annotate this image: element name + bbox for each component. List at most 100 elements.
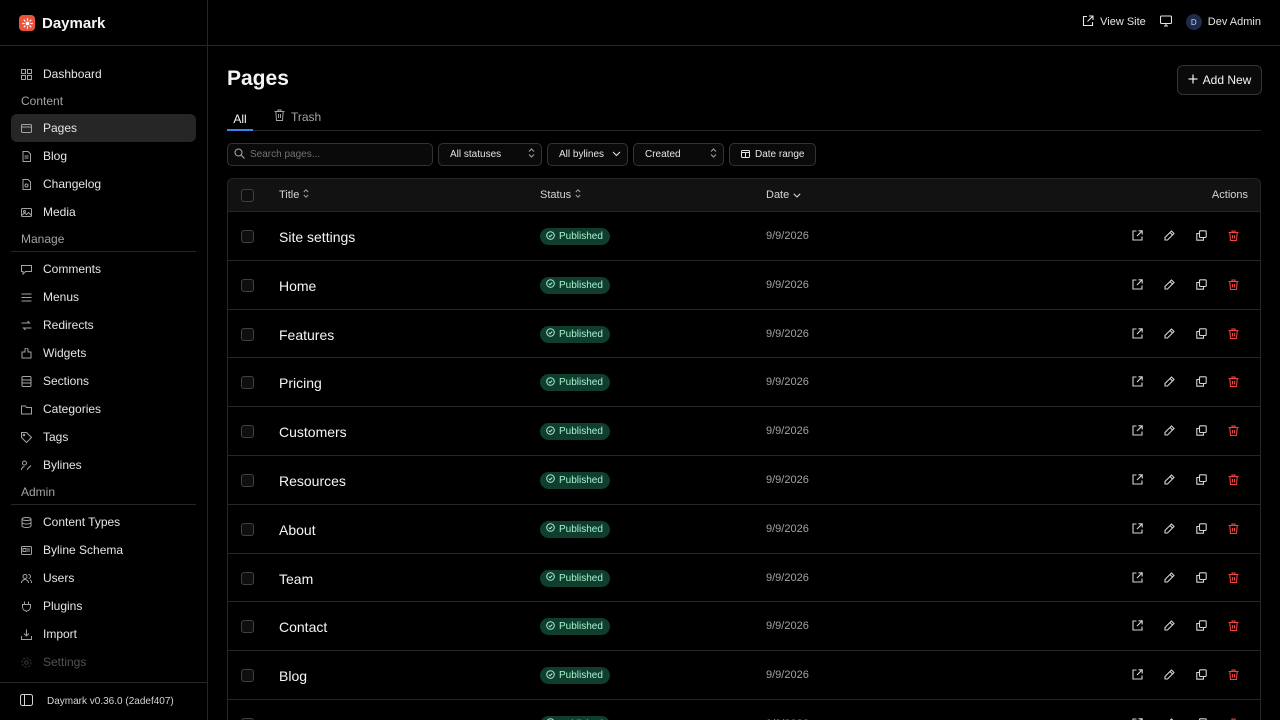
table-row[interactable]: Resources Published 9/9/2026 [228, 456, 1260, 505]
sidebar-item-users[interactable]: Users [11, 564, 196, 592]
tab-trash[interactable]: Trash [274, 109, 321, 124]
delete-trash-icon[interactable] [1227, 522, 1240, 535]
add-new-button[interactable]: Add New [1177, 65, 1262, 95]
sidebar-item-byline-schema[interactable]: Byline Schema [11, 536, 196, 564]
table-row[interactable]: Home Published 9/9/2026 [228, 261, 1260, 310]
duplicate-icon[interactable] [1195, 668, 1208, 681]
sidebar-item-menus[interactable]: Menus [11, 283, 196, 311]
sidebar-item-blog[interactable]: Blog [11, 142, 196, 170]
row-title[interactable]: About [279, 522, 316, 538]
row-checkbox[interactable] [241, 620, 254, 634]
sidebar-item-plugins[interactable]: Plugins [11, 592, 196, 620]
table-row[interactable]: Site settings Published 9/9/2026 [228, 212, 1260, 261]
preview-button[interactable] [1159, 14, 1172, 30]
duplicate-icon[interactable] [1195, 375, 1208, 388]
open-external-icon[interactable] [1131, 278, 1144, 291]
delete-trash-icon[interactable] [1227, 668, 1240, 681]
row-checkbox[interactable] [241, 230, 254, 243]
row-title[interactable]: Home [279, 278, 316, 294]
user-menu[interactable]: D Dev Admin [1185, 14, 1261, 30]
duplicate-icon[interactable] [1195, 424, 1208, 437]
duplicate-icon[interactable] [1195, 327, 1208, 340]
open-external-icon[interactable] [1131, 619, 1144, 632]
table-row[interactable]: ChangelogPublished9/9/2026 [228, 700, 1260, 720]
row-checkbox[interactable] [241, 522, 254, 536]
row-checkbox[interactable] [241, 425, 254, 439]
open-external-icon[interactable] [1131, 327, 1144, 340]
table-row[interactable]: About Published 9/9/2026 [228, 505, 1260, 554]
sidebar-item-sections[interactable]: Sections [11, 367, 196, 395]
table-row[interactable]: Blog Published 9/9/2026 [228, 651, 1260, 700]
view-site-link[interactable]: View Site [1082, 14, 1146, 30]
date-range-button[interactable]: Date range [729, 143, 816, 166]
sidebar-item-redirects[interactable]: Redirects [11, 311, 196, 339]
duplicate-icon[interactable] [1195, 473, 1208, 486]
table-row[interactable]: Features Published 9/9/2026 [228, 310, 1260, 359]
duplicate-icon[interactable] [1195, 619, 1208, 632]
edit-pencil-icon[interactable] [1163, 522, 1176, 535]
row-title[interactable]: Customers [279, 424, 347, 440]
sidebar-item-comments[interactable]: Comments [11, 255, 196, 283]
duplicate-icon[interactable] [1195, 278, 1208, 291]
sidebar-item-bylines[interactable]: Bylines [11, 451, 196, 479]
status-filter-select[interactable]: All statuses [438, 143, 542, 166]
table-row[interactable]: Pricing Published 9/9/2026 [228, 358, 1260, 408]
delete-trash-icon[interactable] [1227, 278, 1240, 291]
delete-trash-icon[interactable] [1227, 375, 1240, 388]
bylines-filter-select[interactable]: All bylines [547, 143, 628, 166]
row-title[interactable]: Team [279, 571, 313, 587]
edit-pencil-icon[interactable] [1163, 375, 1176, 388]
edit-pencil-icon[interactable] [1163, 473, 1176, 486]
column-date[interactable]: Date [766, 189, 801, 201]
edit-pencil-icon[interactable] [1163, 571, 1176, 584]
open-external-icon[interactable] [1131, 424, 1144, 437]
row-checkbox[interactable] [241, 278, 254, 292]
sidebar-item-content-types[interactable]: Content Types [11, 508, 196, 536]
row-title[interactable]: Pricing [279, 375, 322, 391]
sidebar-item-widgets[interactable]: Widgets [11, 339, 196, 367]
open-external-icon[interactable] [1131, 473, 1144, 486]
delete-trash-icon[interactable] [1227, 327, 1240, 340]
sidebar-toggle-icon[interactable] [20, 694, 33, 709]
column-title[interactable]: Title [279, 189, 309, 201]
open-external-icon[interactable] [1131, 229, 1144, 242]
table-row[interactable]: Customers Published 9/9/2026 [228, 407, 1260, 456]
open-external-icon[interactable] [1131, 668, 1144, 681]
brand[interactable]: Daymark [19, 14, 105, 32]
edit-pencil-icon[interactable] [1163, 668, 1176, 681]
duplicate-icon[interactable] [1195, 229, 1208, 242]
sidebar-item-dashboard[interactable]: Dashboard [11, 60, 196, 88]
duplicate-icon[interactable] [1195, 571, 1208, 584]
select-all-checkbox[interactable] [241, 189, 254, 202]
row-checkbox[interactable] [241, 473, 254, 487]
row-title[interactable]: Contact [279, 619, 327, 635]
open-external-icon[interactable] [1131, 571, 1144, 584]
delete-trash-icon[interactable] [1227, 473, 1240, 486]
search-input[interactable] [250, 149, 420, 160]
sidebar-item-pages[interactable]: Pages [11, 114, 196, 142]
delete-trash-icon[interactable] [1227, 571, 1240, 584]
row-title[interactable]: Features [279, 327, 334, 343]
sidebar-item-settings[interactable]: Settings [11, 648, 196, 676]
sidebar-item-tags[interactable]: Tags [11, 423, 196, 451]
table-row[interactable]: Team Published 9/9/2026 [228, 554, 1260, 603]
sort-select[interactable]: Created [633, 143, 724, 166]
edit-pencil-icon[interactable] [1163, 278, 1176, 291]
duplicate-icon[interactable] [1195, 522, 1208, 535]
row-checkbox[interactable] [241, 669, 254, 683]
column-status[interactable]: Status [540, 189, 581, 201]
tab-all[interactable]: All [227, 109, 253, 131]
edit-pencil-icon[interactable] [1163, 229, 1176, 242]
sidebar-item-changelog[interactable]: Changelog [11, 170, 196, 198]
row-title[interactable]: Site settings [279, 229, 355, 245]
sidebar-item-import[interactable]: Import [11, 620, 196, 648]
sidebar-item-media[interactable]: Media [11, 198, 196, 226]
row-checkbox[interactable] [241, 327, 254, 341]
row-title[interactable]: Blog [279, 668, 307, 684]
row-checkbox[interactable] [241, 571, 254, 585]
edit-pencil-icon[interactable] [1163, 424, 1176, 437]
table-row[interactable]: Contact Published 9/9/2026 [228, 602, 1260, 652]
edit-pencil-icon[interactable] [1163, 619, 1176, 632]
delete-trash-icon[interactable] [1227, 619, 1240, 632]
delete-trash-icon[interactable] [1227, 229, 1240, 242]
